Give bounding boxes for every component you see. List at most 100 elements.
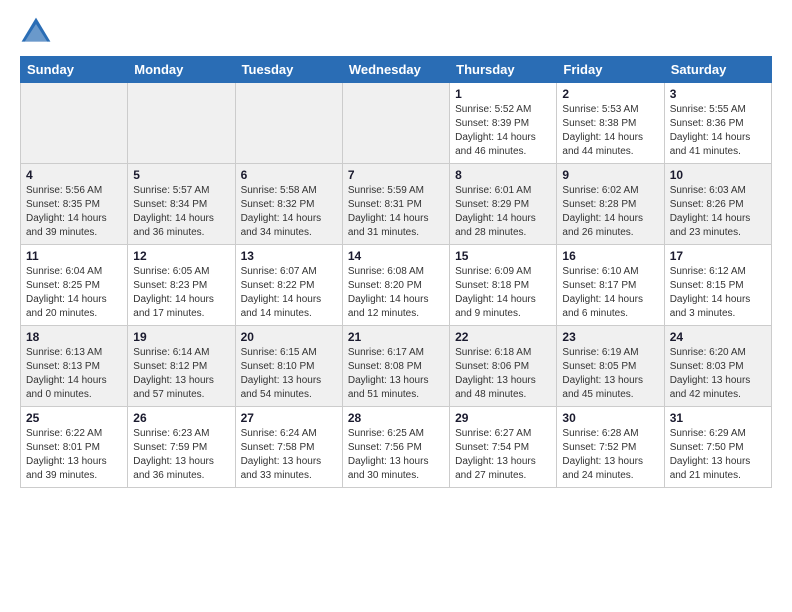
day-info: Sunrise: 6:27 AM Sunset: 7:54 PM Dayligh… [455, 427, 551, 483]
column-header-sunday: Sunday [21, 57, 128, 83]
calendar-cell: 1Sunrise: 5:52 AM Sunset: 8:39 PM Daylig… [450, 83, 557, 164]
calendar-cell: 29 Sunrise: 6:27 AM Sunset: 7:54 PM Dayli… [450, 407, 557, 488]
day-number: 10 [670, 168, 766, 182]
calendar-cell: 14 Sunrise: 6:08 AM Sunset: 8:20 PM Dayli… [342, 245, 449, 326]
day-number: 5 [133, 168, 229, 182]
day-info: Sunrise: 6:03 AM Sunset: 8:26 PM Dayligh… [670, 184, 766, 240]
day-info: Sunrise: 6:25 AM Sunset: 7:56 PM Dayligh… [348, 427, 444, 483]
calendar-cell: 20Sunrise: 6:15 AM Sunset: 8:10 PM Dayli… [235, 326, 342, 407]
calendar-week-row: 1Sunrise: 5:52 AM Sunset: 8:39 PM Daylig… [21, 83, 772, 164]
column-header-wednesday: Wednesday [342, 57, 449, 83]
calendar-cell [235, 83, 342, 164]
calendar-week-row: 18 Sunrise: 6:13 AM Sunset: 8:13 PM Dayli… [21, 326, 772, 407]
day-number: 6 [241, 168, 337, 182]
day-number: 22 [455, 330, 551, 344]
day-info: Sunrise: 6:18 AM Sunset: 8:06 PM Dayligh… [455, 346, 551, 402]
calendar-cell: 18 Sunrise: 6:13 AM Sunset: 8:13 PM Dayli… [21, 326, 128, 407]
day-number: 14 [348, 249, 444, 263]
day-info: Sunrise: 5:53 AM Sunset: 8:38 PM Dayligh… [562, 103, 658, 159]
day-info: Sunrise: 5:52 AM Sunset: 8:39 PM Dayligh… [455, 103, 551, 159]
calendar-cell: 27 Sunrise: 6:24 AM Sunset: 7:58 PM Dayli… [235, 407, 342, 488]
day-info: Sunrise: 5:59 AM Sunset: 8:31 PM Dayligh… [348, 184, 444, 240]
day-info: Sunrise: 6:12 AM Sunset: 8:15 PM Dayligh… [670, 265, 766, 321]
day-number: 18 [26, 330, 122, 344]
calendar-cell: 21 Sunrise: 6:17 AM Sunset: 8:08 PM Dayli… [342, 326, 449, 407]
day-number: 25 [26, 411, 122, 425]
day-number: 8 [455, 168, 551, 182]
day-info: Sunrise: 6:17 AM Sunset: 8:08 PM Dayligh… [348, 346, 444, 402]
calendar-week-row: 4 Sunrise: 5:56 AM Sunset: 8:35 PM Daylig… [21, 164, 772, 245]
day-number: 3 [670, 87, 766, 101]
day-info: Sunrise: 6:24 AM Sunset: 7:58 PM Dayligh… [241, 427, 337, 483]
day-number: 27 [241, 411, 337, 425]
header [20, 16, 772, 48]
calendar-week-row: 11 Sunrise: 6:04 AM Sunset: 8:25 PM Dayli… [21, 245, 772, 326]
calendar-cell: 12 Sunrise: 6:05 AM Sunset: 8:23 PM Dayli… [128, 245, 235, 326]
calendar-cell: 28 Sunrise: 6:25 AM Sunset: 7:56 PM Dayli… [342, 407, 449, 488]
calendar-cell [342, 83, 449, 164]
calendar-cell: 22 Sunrise: 6:18 AM Sunset: 8:06 PM Dayli… [450, 326, 557, 407]
day-number: 24 [670, 330, 766, 344]
day-info: Sunrise: 6:05 AM Sunset: 8:23 PM Dayligh… [133, 265, 229, 321]
calendar-cell [21, 83, 128, 164]
calendar-cell: 10 Sunrise: 6:03 AM Sunset: 8:26 PM Dayli… [664, 164, 771, 245]
day-info: Sunrise: 5:55 AM Sunset: 8:36 PM Dayligh… [670, 103, 766, 159]
calendar-cell: 30 Sunrise: 6:28 AM Sunset: 7:52 PM Dayli… [557, 407, 664, 488]
calendar-cell: 2 Sunrise: 5:53 AM Sunset: 8:38 PM Daylig… [557, 83, 664, 164]
day-info: Sunrise: 5:56 AM Sunset: 8:35 PM Dayligh… [26, 184, 122, 240]
calendar-cell: 23 Sunrise: 6:19 AM Sunset: 8:05 PM Dayli… [557, 326, 664, 407]
day-number: 19 [133, 330, 229, 344]
day-info: Sunrise: 6:14 AM Sunset: 8:12 PM Dayligh… [133, 346, 229, 402]
column-header-monday: Monday [128, 57, 235, 83]
day-number: 21 [348, 330, 444, 344]
calendar-cell: 9Sunrise: 6:02 AM Sunset: 8:28 PM Daylig… [557, 164, 664, 245]
day-info: Sunrise: 6:19 AM Sunset: 8:05 PM Dayligh… [562, 346, 658, 402]
day-number: 12 [133, 249, 229, 263]
day-number: 30 [562, 411, 658, 425]
day-number: 23 [562, 330, 658, 344]
day-info: Sunrise: 6:08 AM Sunset: 8:20 PM Dayligh… [348, 265, 444, 321]
calendar-cell: 15Sunrise: 6:09 AM Sunset: 8:18 PM Dayli… [450, 245, 557, 326]
day-info: Sunrise: 6:23 AM Sunset: 7:59 PM Dayligh… [133, 427, 229, 483]
calendar-cell: 6 Sunrise: 5:58 AM Sunset: 8:32 PM Daylig… [235, 164, 342, 245]
day-info: Sunrise: 6:10 AM Sunset: 8:17 PM Dayligh… [562, 265, 658, 321]
calendar-cell: 24 Sunrise: 6:20 AM Sunset: 8:03 PM Dayli… [664, 326, 771, 407]
logo [20, 16, 56, 48]
calendar-cell: 13 Sunrise: 6:07 AM Sunset: 8:22 PM Dayli… [235, 245, 342, 326]
day-info: Sunrise: 6:13 AM Sunset: 8:13 PM Dayligh… [26, 346, 122, 402]
day-number: 11 [26, 249, 122, 263]
day-info: Sunrise: 6:22 AM Sunset: 8:01 PM Dayligh… [26, 427, 122, 483]
day-info: Sunrise: 5:58 AM Sunset: 8:32 PM Dayligh… [241, 184, 337, 240]
calendar-cell: 16 Sunrise: 6:10 AM Sunset: 8:17 PM Dayli… [557, 245, 664, 326]
calendar-cell: 3 Sunrise: 5:55 AM Sunset: 8:36 PM Daylig… [664, 83, 771, 164]
day-info: Sunrise: 6:04 AM Sunset: 8:25 PM Dayligh… [26, 265, 122, 321]
calendar-cell: 5 Sunrise: 5:57 AM Sunset: 8:34 PM Daylig… [128, 164, 235, 245]
calendar-cell: 25 Sunrise: 6:22 AM Sunset: 8:01 PM Dayli… [21, 407, 128, 488]
calendar-cell: 11 Sunrise: 6:04 AM Sunset: 8:25 PM Dayli… [21, 245, 128, 326]
day-number: 31 [670, 411, 766, 425]
day-number: 29 [455, 411, 551, 425]
calendar-cell: 17 Sunrise: 6:12 AM Sunset: 8:15 PM Dayli… [664, 245, 771, 326]
calendar-week-row: 25 Sunrise: 6:22 AM Sunset: 8:01 PM Dayli… [21, 407, 772, 488]
day-info: Sunrise: 6:07 AM Sunset: 8:22 PM Dayligh… [241, 265, 337, 321]
day-number: 16 [562, 249, 658, 263]
day-number: 7 [348, 168, 444, 182]
calendar-cell: 8Sunrise: 6:01 AM Sunset: 8:29 PM Daylig… [450, 164, 557, 245]
day-number: 4 [26, 168, 122, 182]
day-number: 2 [562, 87, 658, 101]
column-header-thursday: Thursday [450, 57, 557, 83]
column-header-saturday: Saturday [664, 57, 771, 83]
day-info: Sunrise: 5:57 AM Sunset: 8:34 PM Dayligh… [133, 184, 229, 240]
calendar-cell: 31 Sunrise: 6:29 AM Sunset: 7:50 PM Dayli… [664, 407, 771, 488]
day-info: Sunrise: 6:15 AM Sunset: 8:10 PM Dayligh… [241, 346, 337, 402]
day-number: 9 [562, 168, 658, 182]
calendar-cell: 4 Sunrise: 5:56 AM Sunset: 8:35 PM Daylig… [21, 164, 128, 245]
day-number: 13 [241, 249, 337, 263]
day-info: Sunrise: 6:29 AM Sunset: 7:50 PM Dayligh… [670, 427, 766, 483]
day-info: Sunrise: 6:28 AM Sunset: 7:52 PM Dayligh… [562, 427, 658, 483]
calendar-cell: 19 Sunrise: 6:14 AM Sunset: 8:12 PM Dayli… [128, 326, 235, 407]
day-number: 28 [348, 411, 444, 425]
day-number: 15 [455, 249, 551, 263]
day-info: Sunrise: 6:20 AM Sunset: 8:03 PM Dayligh… [670, 346, 766, 402]
day-number: 17 [670, 249, 766, 263]
